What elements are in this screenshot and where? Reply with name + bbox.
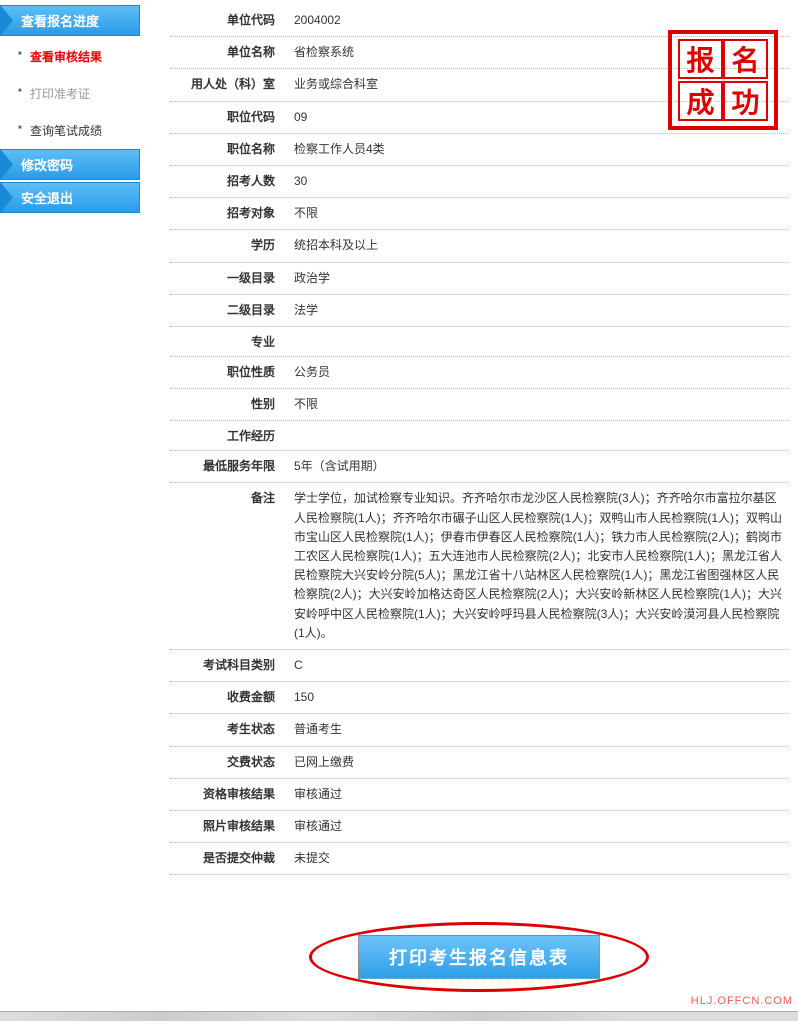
- field-value: 普通考生: [290, 720, 342, 739]
- field-row: 收费金额150: [170, 682, 788, 714]
- field-label: 照片审核结果: [170, 817, 290, 836]
- print-section: 打印考生报名信息表: [170, 925, 788, 989]
- field-row: 专业: [170, 327, 788, 357]
- field-label: 学历: [170, 236, 290, 255]
- field-label: 职位性质: [170, 363, 290, 382]
- field-value: 业务或综合科室: [290, 75, 378, 94]
- field-label: 最低服务年限: [170, 457, 290, 476]
- field-label: 招考对象: [170, 204, 290, 223]
- field-value: C: [290, 656, 303, 675]
- field-value: 公务员: [290, 363, 330, 382]
- field-value: 检察工作人员4类: [290, 140, 385, 159]
- field-label: 职位名称: [170, 140, 290, 159]
- field-row: 是否提交仲裁未提交: [170, 843, 788, 875]
- field-row: 备注学士学位，加试检察专业知识。齐齐哈尔市龙沙区人民检察院(3人)；齐齐哈尔市富…: [170, 483, 788, 650]
- field-row: 交费状态已网上缴费: [170, 747, 788, 779]
- field-value: [290, 427, 294, 444]
- field-row: 考试科目类别C: [170, 650, 788, 682]
- field-value: 审核通过: [290, 817, 342, 836]
- field-label: 单位代码: [170, 11, 290, 30]
- field-value: 09: [290, 108, 307, 127]
- field-row: 招考对象不限: [170, 198, 788, 230]
- field-label: 工作经历: [170, 427, 290, 444]
- field-row: 学历统招本科及以上: [170, 230, 788, 262]
- sidebar-item-review-result[interactable]: 查看审核结果: [0, 38, 140, 75]
- field-label: 招考人数: [170, 172, 290, 191]
- stamp-char: 报: [678, 39, 723, 79]
- field-value: 政治学: [290, 269, 330, 288]
- field-row: 一级目录政治学: [170, 263, 788, 295]
- field-label: 资格审核结果: [170, 785, 290, 804]
- field-row: 性别不限: [170, 389, 788, 421]
- field-row: 招考人数30: [170, 166, 788, 198]
- field-label: 二级目录: [170, 301, 290, 320]
- stamp-char: 功: [723, 81, 768, 121]
- field-value: 150: [290, 688, 314, 707]
- field-value: [290, 333, 294, 350]
- field-value: 5年（含试用期）: [290, 457, 385, 476]
- field-label: 考试科目类别: [170, 656, 290, 675]
- field-label: 交费状态: [170, 753, 290, 772]
- stamp-char: 成: [678, 81, 723, 121]
- field-value: 30: [290, 172, 307, 191]
- field-label: 职位代码: [170, 108, 290, 127]
- field-value: 法学: [290, 301, 318, 320]
- field-row: 考生状态普通考生: [170, 714, 788, 746]
- field-label: 用人处（科）室: [170, 75, 290, 94]
- field-label: 考生状态: [170, 720, 290, 739]
- field-label: 专业: [170, 333, 290, 350]
- menu-progress[interactable]: 查看报名进度: [0, 5, 140, 36]
- sidebar: 查看报名进度 查看审核结果 打印准考证 查询笔试成绩 修改密码 安全退出: [0, 0, 140, 1009]
- field-row: 二级目录法学: [170, 295, 788, 327]
- field-label: 性别: [170, 395, 290, 414]
- field-value: 学士学位，加试检察专业知识。齐齐哈尔市龙沙区人民检察院(3人)；齐齐哈尔市富拉尔…: [290, 489, 788, 643]
- menu-logout[interactable]: 安全退出: [0, 182, 140, 213]
- field-value: 审核通过: [290, 785, 342, 804]
- field-value: 已网上缴费: [290, 753, 354, 772]
- field-value: 不限: [290, 204, 318, 223]
- sidebar-item-query-score[interactable]: 查询笔试成绩: [0, 112, 140, 149]
- success-stamp: 报 名 成 功: [668, 30, 778, 130]
- content-area: 报 名 成 功 单位代码2004002单位名称省检察系统用人处（科）室业务或综合…: [140, 0, 798, 1009]
- field-value: 2004002: [290, 11, 341, 30]
- field-label: 是否提交仲裁: [170, 849, 290, 868]
- field-label: 备注: [170, 489, 290, 643]
- taskbar: [0, 1011, 798, 1021]
- field-row: 最低服务年限5年（含试用期）: [170, 451, 788, 483]
- field-value: 未提交: [290, 849, 330, 868]
- sidebar-item-print-ticket[interactable]: 打印准考证: [0, 75, 140, 112]
- field-value: 不限: [290, 395, 318, 414]
- field-value: 省检察系统: [290, 43, 354, 62]
- menu-change-password[interactable]: 修改密码: [0, 149, 140, 180]
- field-row: 职位名称检察工作人员4类: [170, 134, 788, 166]
- watermark: HLJ.OFFCN.COM: [691, 995, 793, 1007]
- stamp-char: 名: [723, 39, 768, 79]
- field-label: 单位名称: [170, 43, 290, 62]
- print-info-button[interactable]: 打印考生报名信息表: [358, 935, 600, 979]
- field-label: 一级目录: [170, 269, 290, 288]
- field-row: 工作经历: [170, 421, 788, 451]
- field-row: 职位性质公务员: [170, 357, 788, 389]
- field-row: 照片审核结果审核通过: [170, 811, 788, 843]
- field-value: 统招本科及以上: [290, 236, 378, 255]
- field-label: 收费金额: [170, 688, 290, 707]
- field-row: 资格审核结果审核通过: [170, 779, 788, 811]
